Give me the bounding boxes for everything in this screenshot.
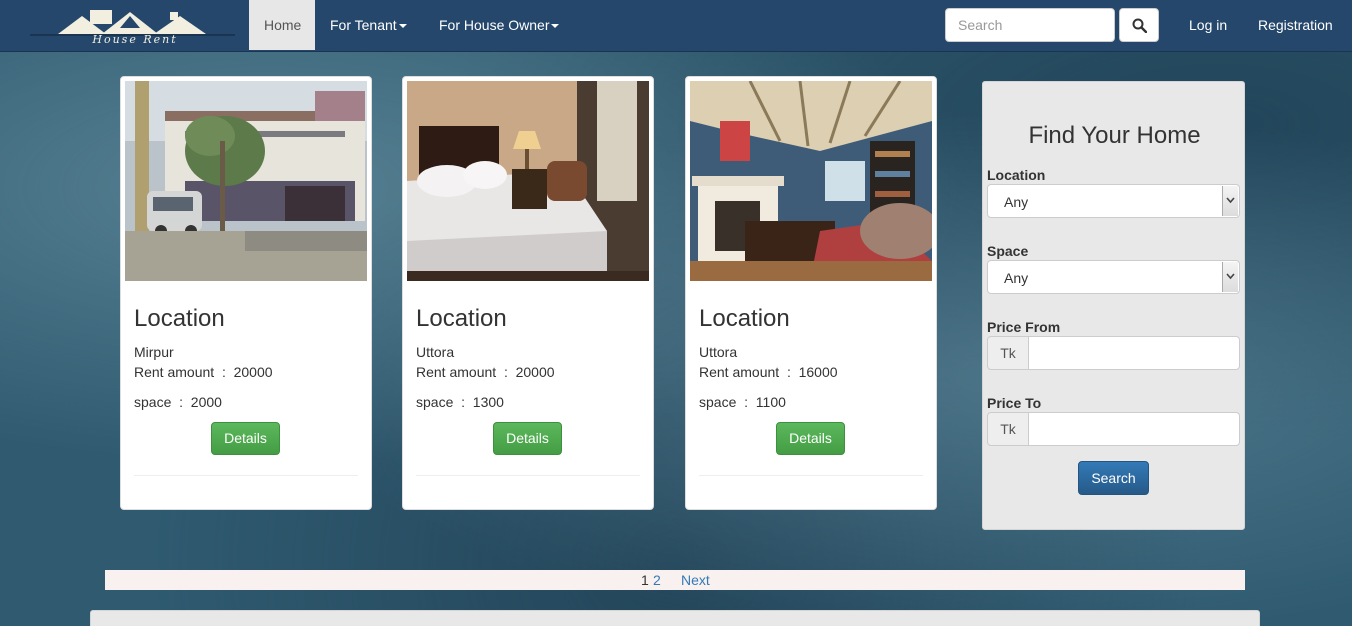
living-room-photo[interactable] [690, 81, 932, 281]
navbar: House Rent Home For Tenant For House Own… [0, 0, 1352, 52]
logo-text: House Rent [91, 33, 177, 46]
card-space: space : 1300 [416, 394, 504, 410]
price-from-label: Price From [987, 319, 1061, 335]
nav-for-tenant[interactable]: For Tenant [315, 0, 422, 50]
card-title: Location [416, 305, 507, 332]
property-card: Location Mirpur Rent amount : 20000 spac… [120, 76, 372, 510]
space-select[interactable]: Any [987, 260, 1240, 294]
nav-login[interactable]: Log in [1174, 0, 1242, 50]
card-rent-amount: Rent amount : 20000 [416, 364, 555, 380]
nav-for-house-owner[interactable]: For House Owner [424, 0, 574, 50]
chevron-down-icon [1226, 273, 1235, 280]
page-2-link[interactable]: 2 [653, 570, 661, 590]
card-rent-amount: Rent amount : 20000 [134, 364, 273, 380]
dropdown-arrow [1222, 186, 1238, 216]
caret-down-icon [398, 24, 407, 29]
finder-title: Find Your Home [1028, 122, 1201, 149]
search-input[interactable] [945, 8, 1115, 42]
details-button[interactable]: Details [776, 422, 845, 455]
currency-addon: Tk [987, 412, 1029, 446]
card-space: space : 1100 [699, 394, 786, 410]
finder-search-button[interactable]: Search [1078, 461, 1149, 495]
page-current: 1 [641, 572, 649, 588]
house-rent-logo[interactable]: House Rent [30, 6, 235, 46]
card-location: Uttora [699, 344, 738, 360]
space-label: Space [987, 243, 1029, 259]
card-divider [134, 475, 358, 476]
caret-down-icon [551, 24, 560, 29]
card-divider [699, 475, 923, 476]
price-to-input[interactable] [1028, 412, 1240, 446]
property-card: Location Uttora Rent amount : 16000 spac… [685, 76, 937, 510]
details-button[interactable]: Details [211, 422, 280, 455]
card-title: Location [134, 305, 225, 332]
card-location: Uttora [416, 344, 455, 360]
bedroom-photo[interactable] [407, 81, 649, 281]
card-rent-amount: Rent amount : 16000 [699, 364, 838, 380]
next-page-link[interactable]: Next [681, 570, 710, 590]
find-your-home-panel: Find Your Home Location Any Space Any Pr… [982, 81, 1245, 530]
price-to-group: Tk [987, 412, 1240, 446]
currency-addon: Tk [987, 336, 1029, 370]
property-card: Location Uttora Rent amount : 20000 spac… [402, 76, 654, 510]
search-button[interactable] [1119, 8, 1159, 42]
chevron-down-icon [1226, 197, 1235, 204]
search-icon [1132, 18, 1147, 33]
price-from-input[interactable] [1028, 336, 1240, 370]
card-space: space : 2000 [134, 394, 222, 410]
location-select[interactable]: Any [987, 184, 1240, 218]
price-to-label: Price To [987, 395, 1042, 411]
location-select-value: Any [1004, 194, 1029, 210]
card-location: Mirpur [134, 344, 174, 360]
nav-for-house-owner-label: For House Owner [439, 17, 550, 33]
house-exterior-photo[interactable] [125, 81, 367, 281]
price-from-group: Tk [987, 336, 1240, 370]
card-divider [416, 475, 640, 476]
details-button[interactable]: Details [493, 422, 562, 455]
nav-home[interactable]: Home [249, 0, 315, 50]
footer-panel [90, 610, 1260, 626]
pagination: 1 2 Next [105, 570, 1245, 590]
card-title: Location [699, 305, 790, 332]
nav-for-tenant-label: For Tenant [330, 17, 397, 33]
dropdown-arrow [1222, 262, 1238, 292]
nav-registration[interactable]: Registration [1243, 0, 1348, 50]
space-select-value: Any [1004, 270, 1029, 286]
location-label: Location [987, 167, 1046, 183]
